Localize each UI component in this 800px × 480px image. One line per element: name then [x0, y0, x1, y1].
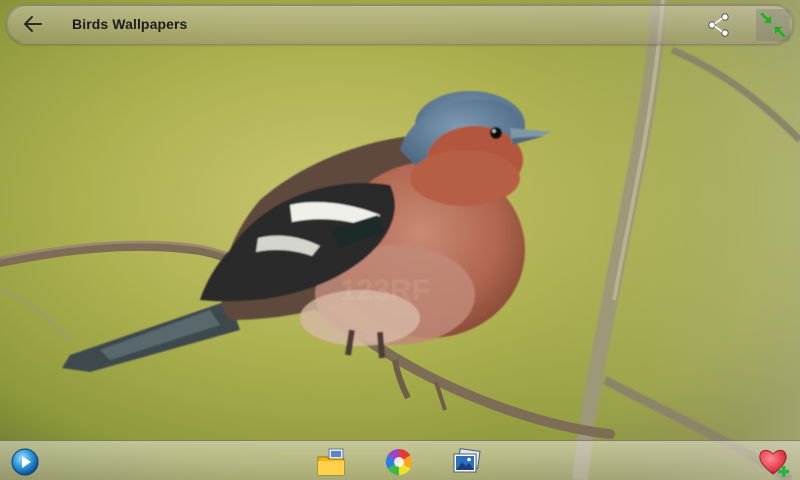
color-picker-button[interactable] — [382, 445, 416, 479]
add-favorite-heart-icon — [759, 449, 790, 477]
app-title: Birds Wallpapers — [72, 16, 188, 32]
slideshow-button[interactable] — [8, 445, 42, 479]
arrow-left-icon — [24, 16, 42, 32]
share-icon — [708, 13, 729, 37]
fullscreen-toggle-button[interactable] — [756, 9, 790, 41]
gallery-photos-icon — [453, 448, 481, 473]
share-button[interactable] — [704, 10, 734, 40]
bottom-toolbar — [0, 440, 800, 480]
top-action-bar: Birds Wallpapers — [6, 4, 794, 44]
wallpaper-image: 123RF — [0, 0, 800, 480]
set-wallpaper-button[interactable] — [314, 445, 348, 479]
svg-text:123RF: 123RF — [340, 274, 430, 307]
fullscreen-toggle-icon — [760, 12, 786, 38]
add-favorite-button[interactable] — [758, 445, 792, 479]
wallpaper-viewer-screen: 123RF Birds Wallpapers — [0, 0, 800, 480]
back-button[interactable] — [18, 10, 48, 38]
set-wallpaper-folder-icon — [317, 448, 345, 476]
slideshow-play-icon — [11, 448, 39, 476]
color-wheel-icon — [385, 448, 413, 476]
gallery-button[interactable] — [450, 445, 484, 479]
